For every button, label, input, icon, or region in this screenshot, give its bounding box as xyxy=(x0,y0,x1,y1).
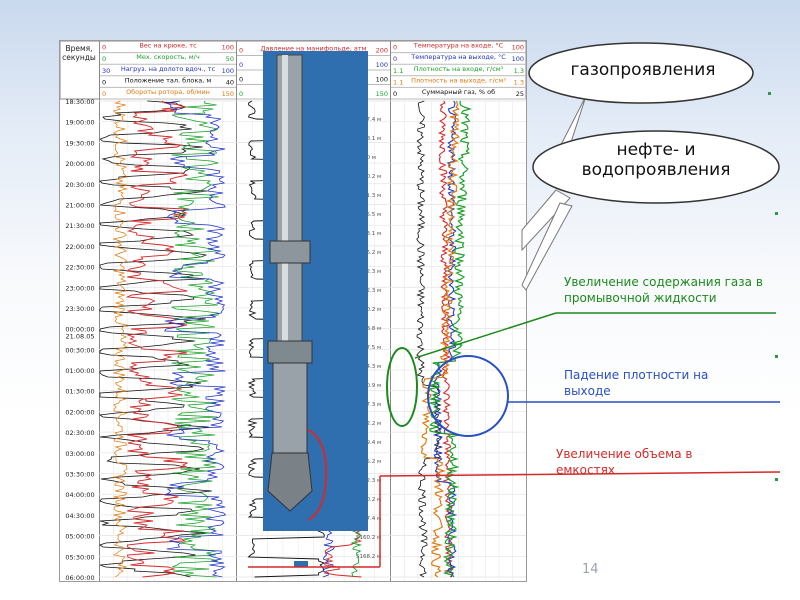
slide: Время, секунды 0 100 Вес на крюке, тс 0 50 Мех.… xyxy=(0,0,800,600)
callout-oil-water-text: нефте- и водопроявления xyxy=(581,140,731,180)
annotation-density-drop: Падение плотности на выходе xyxy=(564,368,709,398)
annotation-gas-increase: Увеличение содержания газа в промывочной… xyxy=(564,275,763,305)
page-number: 14 xyxy=(582,562,599,577)
callout-gas-text: газопроявления xyxy=(570,60,716,80)
decorative-dots xyxy=(768,92,778,481)
annotation-volume-increase: Увеличение объема в емкостях xyxy=(556,447,693,477)
